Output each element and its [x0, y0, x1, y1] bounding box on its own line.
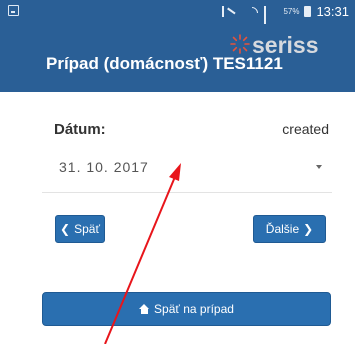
caret-down-icon: [316, 165, 322, 169]
status-text: created: [282, 121, 329, 137]
logo-burst-icon: [230, 34, 250, 54]
status-icons: 57% 13:31: [222, 4, 349, 41]
back-to-case-label: Späť na prípad: [154, 302, 234, 316]
next-button[interactable]: Ďalšie ❯: [253, 215, 326, 243]
home-icon: [139, 304, 150, 314]
date-select[interactable]: 31. 10. 2017: [42, 150, 332, 184]
back-button-label: Späť: [74, 222, 100, 236]
date-label: Dátum:: [54, 121, 106, 138]
status-bar: 57% 13:31: [0, 0, 355, 41]
wifi-icon: [245, 6, 259, 18]
status-time: 13:31: [316, 4, 349, 19]
chevron-left-icon: ❮: [60, 222, 71, 236]
screenshot-icon: [8, 5, 19, 16]
battery-percent: 57%: [283, 7, 300, 16]
back-button[interactable]: ❮ Späť: [55, 215, 105, 243]
next-button-label: Ďalšie: [265, 222, 300, 236]
battery-icon: [304, 6, 312, 17]
app-bar: seriss Prípad (domácnosť) TES1121: [0, 24, 355, 92]
signal-icon: [264, 6, 278, 41]
phone-screen: 57% 13:31 seriss Prípad (domácnosť) TES1…: [0, 0, 355, 344]
mute-icon: [222, 6, 240, 17]
divider: [42, 192, 332, 193]
chevron-right-icon: ❯: [303, 222, 314, 236]
date-value: 31. 10. 2017: [59, 159, 149, 175]
page-title: Prípad (domácnosť) TES1121: [46, 54, 283, 73]
back-to-case-button[interactable]: Späť na prípad: [42, 292, 331, 326]
